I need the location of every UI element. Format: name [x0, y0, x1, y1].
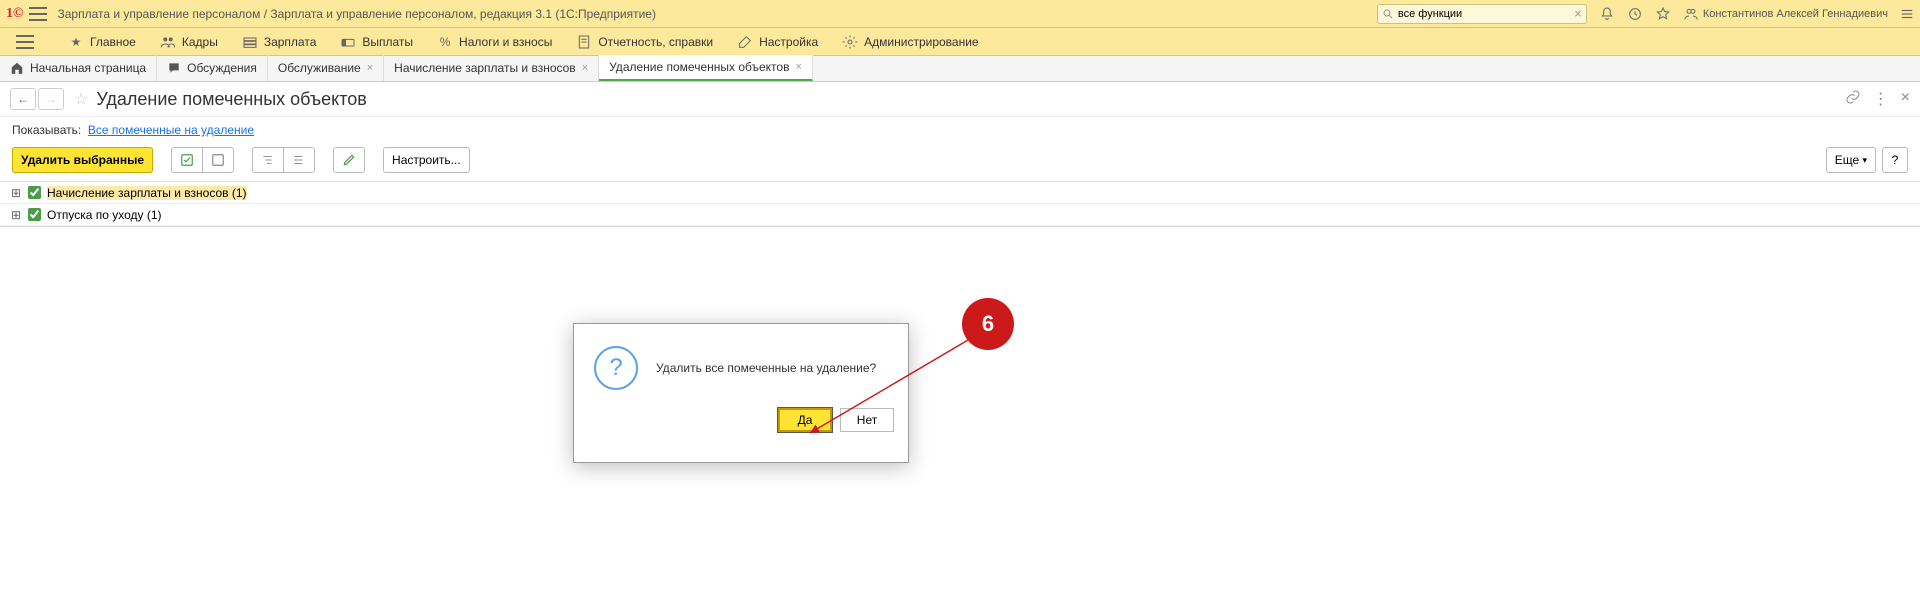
- tab-home[interactable]: Начальная страница: [0, 55, 157, 81]
- close-icon[interactable]: ×: [795, 61, 801, 73]
- app-title: Зарплата и управление персоналом / Зарпл…: [57, 7, 1376, 21]
- favorite-icon[interactable]: ☆: [74, 89, 88, 109]
- row-checkbox[interactable]: [28, 208, 41, 221]
- search-icon: [1382, 8, 1394, 20]
- menu-label: Выплаты: [362, 35, 413, 49]
- help-button[interactable]: ?: [1882, 147, 1908, 173]
- user-icon: [1683, 6, 1699, 22]
- menu-kadry[interactable]: Кадры: [150, 30, 228, 54]
- menu-zarplata[interactable]: Зарплата: [232, 30, 327, 54]
- tree-list: ⊞ Начисление зарплаты и взносов (1) ⊞ От…: [0, 181, 1920, 227]
- menu-vyplaty[interactable]: Выплаты: [330, 30, 423, 54]
- menu-admin[interactable]: Администрирование: [832, 30, 988, 54]
- question-icon: ?: [594, 346, 638, 390]
- tab-discussions[interactable]: Обсуждения: [157, 55, 268, 81]
- tree-row[interactable]: ⊞ Начисление зарплаты и взносов (1): [0, 182, 1920, 204]
- tab-label: Обслуживание: [278, 61, 361, 75]
- titlebar: 1© Зарплата и управление персоналом / За…: [0, 0, 1920, 28]
- close-icon[interactable]: ×: [367, 62, 373, 74]
- clear-search-icon[interactable]: ×: [1574, 6, 1582, 21]
- tab-label: Обсуждения: [187, 61, 257, 75]
- menu-label: Отчетность, справки: [598, 35, 713, 49]
- menu-label: Администрирование: [864, 35, 978, 49]
- menu-main[interactable]: ★Главное: [58, 30, 146, 54]
- row-checkbox[interactable]: [28, 186, 41, 199]
- close-page-icon[interactable]: ×: [1901, 89, 1910, 109]
- more-button[interactable]: Еще ▾: [1826, 147, 1876, 173]
- menu-otchet[interactable]: Отчетность, справки: [566, 30, 723, 54]
- page-title: Удаление помеченных объектов: [96, 89, 1844, 110]
- nav-back-button[interactable]: ←: [10, 88, 36, 110]
- nav-forward-button[interactable]: →: [38, 88, 64, 110]
- tree-row[interactable]: ⊞ Отпуска по уходу (1): [0, 204, 1920, 226]
- menu-label: Настройка: [759, 35, 818, 49]
- link-icon[interactable]: [1845, 89, 1861, 105]
- tab-label: Удаление помеченных объектов: [609, 60, 789, 74]
- global-search[interactable]: ×: [1377, 4, 1587, 24]
- filter-row: Показывать: Все помеченные на удаление: [0, 117, 1920, 143]
- close-icon[interactable]: ×: [582, 62, 588, 74]
- command-row: ← → ☆ Удаление помеченных объектов ⋮ ×: [0, 82, 1920, 117]
- star-icon[interactable]: [1655, 6, 1671, 22]
- logo-1c: 1©: [6, 6, 23, 22]
- tab-label: Начальная страница: [30, 61, 146, 75]
- edit-button[interactable]: [333, 147, 365, 173]
- menu-label: Кадры: [182, 35, 218, 49]
- bell-icon[interactable]: [1599, 6, 1615, 22]
- filter-link[interactable]: Все помеченные на удаление: [88, 123, 254, 137]
- tab-label: Начисление зарплаты и взносов: [394, 61, 576, 75]
- kebab-icon[interactable]: ⋮: [1873, 89, 1889, 109]
- chevron-down-icon: ▾: [1862, 155, 1867, 166]
- callout-badge: 6: [962, 298, 1014, 350]
- tab-nachislenie[interactable]: Начисление зарплаты и взносов ×: [384, 55, 599, 81]
- history-icon[interactable]: [1627, 6, 1643, 22]
- user-block[interactable]: Константинов Алексей Геннадиевич: [1683, 6, 1888, 22]
- collapse-all-button[interactable]: [283, 147, 315, 173]
- row-label: Начисление зарплаты и взносов (1): [47, 186, 247, 200]
- row-label: Отпуска по уходу (1): [47, 208, 162, 222]
- filter-label: Показывать:: [12, 123, 81, 137]
- tab-obsluzh[interactable]: Обслуживание ×: [268, 55, 384, 81]
- tab-udalenie[interactable]: Удаление помеченных объектов ×: [599, 55, 813, 81]
- panel-toggle-icon[interactable]: [1900, 7, 1914, 21]
- menu-label: Налоги и взносы: [459, 35, 552, 49]
- expand-icon[interactable]: ⊞: [10, 186, 22, 200]
- menu-nastroyka[interactable]: Настройка: [727, 30, 828, 54]
- configure-button[interactable]: Настроить...: [383, 147, 470, 173]
- menu-label: Зарплата: [264, 35, 317, 49]
- search-input[interactable]: [1398, 8, 1574, 20]
- expand-all-button[interactable]: [252, 147, 283, 173]
- delete-selected-button[interactable]: Удалить выбранные: [12, 147, 153, 173]
- user-name: Константинов Алексей Геннадиевич: [1703, 8, 1888, 20]
- more-label: Еще: [1835, 153, 1859, 167]
- uncheck-all-button[interactable]: [202, 147, 234, 173]
- menu-apps-button[interactable]: [6, 31, 54, 53]
- toolbar: Удалить выбранные Настроить... Еще ▾ ?: [0, 143, 1920, 181]
- menu-nalogi[interactable]: %Налоги и взносы: [427, 30, 562, 54]
- menu-icon[interactable]: [29, 7, 47, 21]
- check-all-button[interactable]: [171, 147, 202, 173]
- mainmenu: ★Главное Кадры Зарплата Выплаты %Налоги …: [0, 28, 1920, 56]
- expand-icon[interactable]: ⊞: [10, 208, 22, 222]
- menu-label: Главное: [90, 35, 136, 49]
- tabbar: Начальная страница Обсуждения Обслуживан…: [0, 56, 1920, 82]
